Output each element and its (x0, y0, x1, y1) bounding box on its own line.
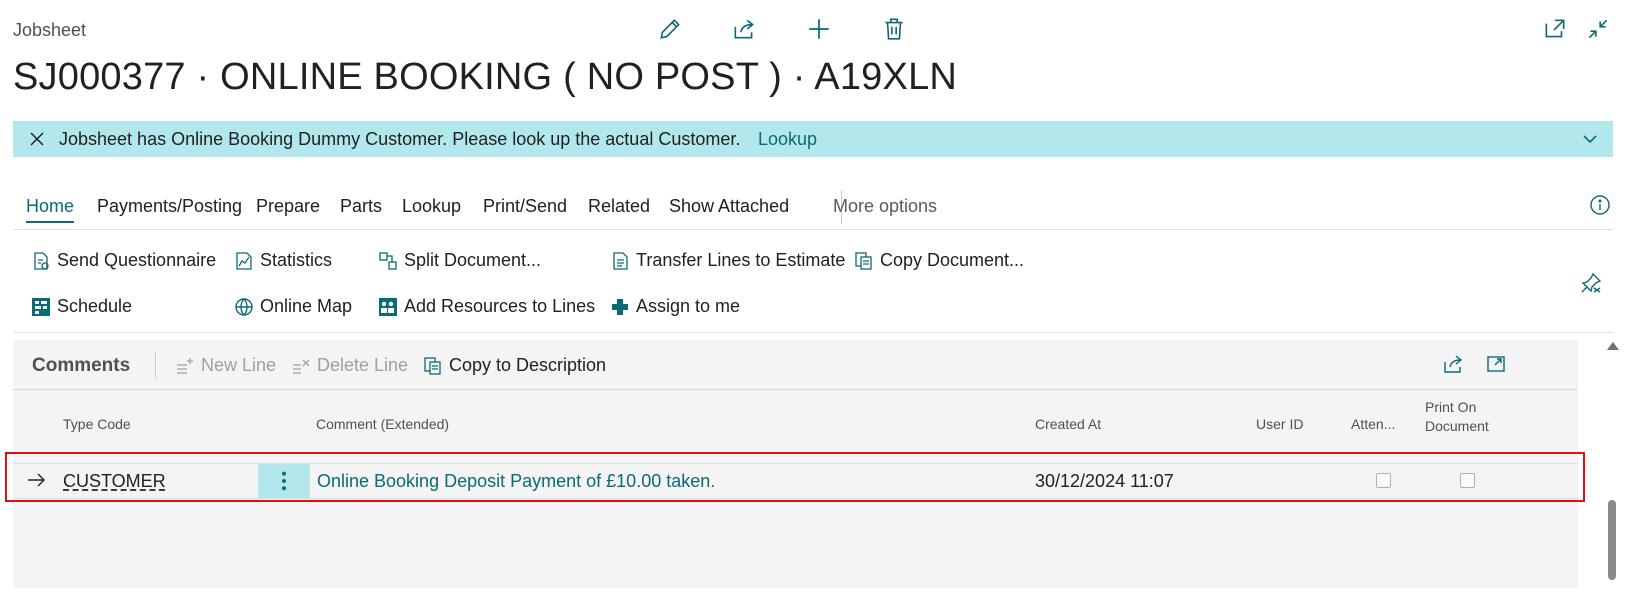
scroll-thumb[interactable] (1608, 500, 1616, 580)
notification-lookup-link[interactable]: Lookup (758, 129, 817, 150)
schedule-button[interactable]: Schedule (31, 296, 132, 317)
open-new-window-icon[interactable] (1542, 16, 1568, 42)
copy-to-description-button[interactable]: Copy to Description (423, 355, 606, 376)
toolbar-divider (13, 389, 1578, 390)
tab-show-attached[interactable]: Show Attached (669, 196, 789, 217)
globe-icon (235, 297, 253, 316)
column-header-print-on-document-line1: Print On (1425, 399, 1477, 415)
split-document-button[interactable]: Split Document... (378, 250, 541, 271)
notification-message: Jobsheet has Online Booking Dummy Custom… (59, 129, 741, 149)
split-document-label: Split Document... (404, 250, 542, 270)
expand-icon[interactable] (1485, 353, 1507, 375)
add-resources-label: Add Resources to Lines (404, 296, 596, 316)
split-document-icon (379, 251, 397, 270)
actions-divider (13, 332, 1613, 333)
share-icon[interactable] (731, 16, 757, 42)
tab-home[interactable]: Home (26, 196, 75, 223)
tab-more-options[interactable]: More options (833, 196, 937, 217)
tab-lookup[interactable]: Lookup (402, 196, 461, 217)
statistics-label: Statistics (260, 250, 333, 270)
add-resources-icon (379, 297, 397, 316)
transfer-lines-label: Transfer Lines to Estimate (636, 250, 846, 270)
statistics-button[interactable]: Statistics (234, 250, 332, 271)
share-icon[interactable] (1442, 353, 1464, 375)
copy-document-icon (855, 251, 872, 270)
notification-bar: Jobsheet has Online Booking Dummy Custom… (13, 121, 1613, 157)
page-title: SJ000377 · ONLINE BOOKING ( NO POST ) · … (13, 56, 958, 98)
tab-related[interactable]: Related (588, 196, 650, 217)
online-map-label: Online Map (260, 296, 353, 316)
new-line-label: New Line (201, 355, 277, 375)
transfer-lines-button[interactable]: Transfer Lines to Estimate (610, 250, 845, 271)
copy-document-label: Copy Document... (880, 250, 1025, 270)
column-header-created-at[interactable]: Created At (1035, 416, 1101, 432)
edit-icon[interactable] (657, 16, 683, 42)
tab-payments-posting[interactable]: Payments/Posting (97, 196, 242, 217)
send-questionnaire-label: Send Questionnaire (57, 250, 217, 270)
toolbar-separator (155, 351, 156, 379)
new-line-button[interactable]: New Line (175, 355, 276, 376)
plus-icon (612, 298, 628, 315)
info-icon[interactable] (1589, 194, 1611, 216)
online-map-button[interactable]: Online Map (234, 296, 352, 317)
comments-title[interactable]: Comments (32, 355, 130, 377)
transfer-lines-icon (613, 251, 628, 270)
add-resources-button[interactable]: Add Resources to Lines (378, 296, 595, 317)
page-caption: Jobsheet (13, 20, 87, 40)
schedule-label: Schedule (57, 296, 133, 316)
column-header-type-code[interactable]: Type Code (63, 416, 131, 432)
vertical-scrollbar[interactable] (1601, 340, 1623, 585)
schedule-icon (32, 297, 50, 316)
delete-line-icon (293, 359, 310, 374)
column-header-user-id[interactable]: User ID (1256, 416, 1303, 432)
comments-toolbar: Comments New Line Delete Line Copy to De… (13, 340, 1578, 390)
column-header-print-on-document[interactable]: Print On Document (1425, 398, 1489, 436)
collapse-icon[interactable] (1585, 16, 1611, 42)
close-icon[interactable] (27, 129, 47, 149)
delete-line-label: Delete Line (317, 355, 409, 375)
pin-icon[interactable] (1580, 272, 1602, 294)
send-questionnaire-button[interactable]: Send Questionnaire (31, 250, 216, 271)
copy-to-description-label: Copy to Description (449, 355, 607, 375)
tab-parts[interactable]: Parts (340, 196, 382, 217)
column-header-print-on-document-line2: Document (1425, 418, 1489, 434)
assign-to-me-label: Assign to me (636, 296, 741, 316)
column-header-attention[interactable]: Atten... (1351, 416, 1395, 432)
selection-highlight (5, 452, 1585, 502)
delete-icon[interactable] (881, 16, 907, 42)
copy-document-button[interactable]: Copy Document... (854, 250, 1024, 271)
statistics-icon (236, 251, 252, 270)
chevron-down-icon[interactable] (1581, 130, 1599, 148)
new-line-icon (177, 357, 193, 374)
scroll-up-icon[interactable] (1607, 342, 1619, 350)
action-tabs: Home Payments/Posting Prepare Parts Look… (13, 190, 1613, 230)
delete-line-button[interactable]: Delete Line (291, 355, 408, 376)
add-icon[interactable] (806, 16, 832, 42)
questionnaire-icon (34, 251, 49, 270)
tab-print-send[interactable]: Print/Send (483, 196, 567, 217)
tab-prepare[interactable]: Prepare (256, 196, 320, 217)
copy-icon (424, 356, 441, 375)
tabs-divider (13, 229, 1613, 230)
assign-to-me-button[interactable]: Assign to me (610, 296, 740, 317)
column-header-comment[interactable]: Comment (Extended) (316, 416, 449, 432)
